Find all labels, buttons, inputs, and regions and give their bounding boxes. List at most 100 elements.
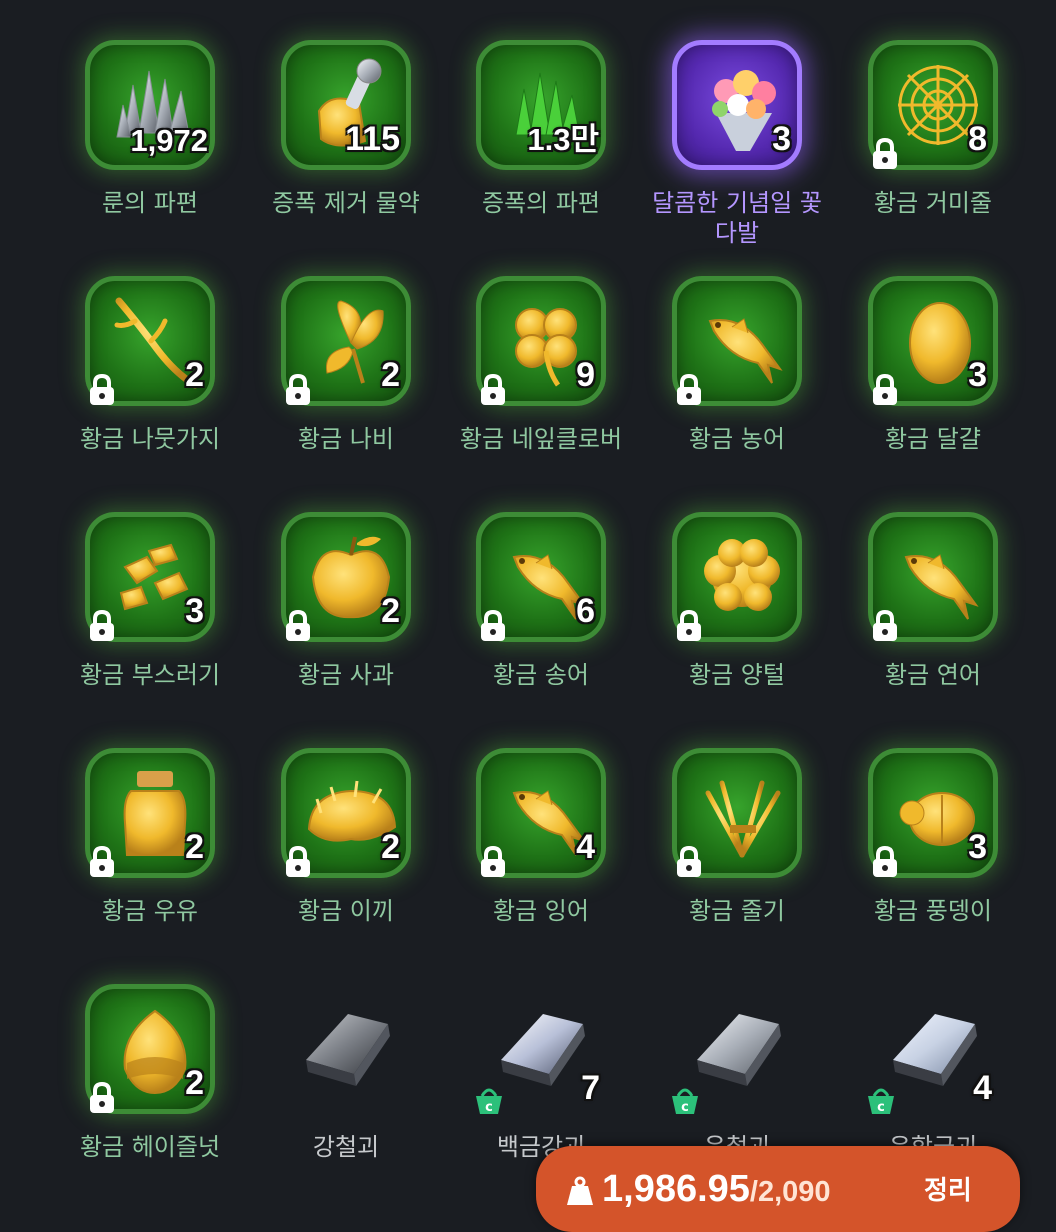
inventory-item[interactable]: 황금 양털 (639, 512, 835, 742)
item-count: 1,972 (130, 123, 208, 158)
meteor-iron-ingot-icon (697, 1014, 781, 1086)
weight-max: /2,090 (749, 1176, 831, 1208)
inventory-item[interactable]: 1.3만증폭의 파편 (443, 40, 639, 270)
lock-icon (481, 845, 505, 877)
item-count: 4 (973, 1069, 992, 1107)
item-count: 4 (576, 828, 595, 866)
platinum-ingot-icon (501, 1014, 585, 1086)
inventory-item[interactable]: 3 황금 부스러기 (52, 512, 248, 742)
inventory-item[interactable]: 2 황금 나비 (248, 276, 444, 506)
inventory-item[interactable]: 황금 줄기 (639, 748, 835, 978)
inventory-grid: 1,972 룬의 파편 115 증폭 제거 물약 1.3만증폭의 파편 3 달콤한 기… (0, 0, 1056, 1205)
weight-icon (567, 1176, 593, 1205)
lock-icon (873, 845, 897, 877)
item-tile[interactable]: 115 (281, 40, 411, 170)
item-tile[interactable]: 2 (85, 276, 215, 406)
item-tile[interactable] (672, 512, 802, 642)
item-tile[interactable]: 6 (476, 512, 606, 642)
item-tile[interactable]: 2 (85, 984, 215, 1114)
inventory-item[interactable]: 6 황금 송어 (443, 512, 639, 742)
item-tile[interactable]: 3 (868, 276, 998, 406)
inventory-item[interactable]: 2 황금 나뭇가지 (52, 276, 248, 506)
item-tile[interactable]: 3 (85, 512, 215, 642)
lock-icon (90, 609, 114, 641)
item-name: 황금 부스러기 (79, 661, 221, 689)
lock-icon (481, 373, 505, 405)
inventory-item[interactable]: 3 달콤한 기념일 꽃다발 (639, 40, 835, 270)
item-count: 2 (381, 828, 400, 866)
lock-icon (90, 1081, 114, 1113)
item-tile[interactable] (868, 512, 998, 642)
item-tile[interactable]: 2 (281, 276, 411, 406)
item-tile[interactable] (672, 276, 802, 406)
item-name: 황금 거미줄 (873, 189, 993, 217)
item-name: 황금 헤이즐넛 (79, 1133, 221, 1161)
lock-icon (873, 137, 897, 169)
silver-alloy-ingot-icon (893, 1014, 977, 1086)
svg-text:c: c (877, 1100, 885, 1115)
item-tile[interactable]: c (672, 984, 802, 1115)
bass-fish-icon (708, 318, 783, 384)
item-name: 황금 풍뎅이 (873, 897, 993, 925)
item-count: 8 (968, 120, 987, 158)
inventory-item[interactable]: 9 황금 네잎클로버 (443, 276, 639, 506)
item-name: 황금 네잎클로버 (459, 425, 623, 453)
item-tile[interactable]: 4c (868, 984, 998, 1115)
item-tile[interactable] (672, 748, 802, 878)
item-count: 6 (576, 592, 595, 630)
lock-icon (873, 373, 897, 405)
item-name: 황금 잉어 (493, 897, 589, 925)
item-count: 9 (576, 356, 595, 394)
item-name: 황금 농어 (689, 425, 785, 453)
item-count: 3 (185, 592, 204, 630)
item-name: 달콤한 기념일 꽃다발 (652, 189, 822, 247)
item-name: 황금 이끼 (298, 897, 394, 925)
lock-icon (677, 373, 701, 405)
lock-icon (90, 845, 114, 877)
item-tile[interactable]: 3 (868, 748, 998, 878)
item-count: 2 (185, 828, 204, 866)
item-tile[interactable]: 7c (476, 984, 606, 1115)
item-name: 증폭의 파편 (481, 189, 601, 217)
salmon-icon (904, 554, 979, 620)
item-tile[interactable]: 9 (476, 276, 606, 406)
item-name: 황금 양털 (689, 661, 785, 689)
item-name: 황금 송어 (493, 661, 589, 689)
item-count: 1.3만 (527, 122, 599, 157)
inventory-item[interactable]: 강철괴 (248, 984, 444, 1214)
item-name: 황금 사과 (298, 661, 394, 689)
inventory-item[interactable]: 2 황금 사과 (248, 512, 444, 742)
item-tile[interactable]: 2 (281, 748, 411, 878)
item-tile[interactable]: 8 (868, 40, 998, 170)
basket-icon: c (672, 1088, 698, 1115)
lock-icon (677, 845, 701, 877)
item-tile[interactable]: 2 (85, 748, 215, 878)
item-name: 황금 우유 (102, 897, 198, 925)
inventory-item[interactable]: 4 황금 잉어 (443, 748, 639, 978)
item-name: 황금 나뭇가지 (79, 425, 221, 453)
item-tile[interactable] (281, 984, 411, 1114)
inventory-item[interactable]: 3 황금 달걀 (835, 276, 1031, 506)
item-count: 7 (581, 1069, 600, 1107)
inventory-item[interactable]: 3 황금 풍뎅이 (835, 748, 1031, 978)
inventory-item[interactable]: 2 황금 우유 (52, 748, 248, 978)
item-tile[interactable]: 2 (281, 512, 411, 642)
svg-text:c: c (681, 1100, 689, 1115)
inventory-item[interactable]: 115 증폭 제거 물약 (248, 40, 444, 270)
item-tile[interactable]: 1.3만 (476, 40, 606, 170)
inventory-item[interactable]: 2 황금 헤이즐넛 (52, 984, 248, 1214)
item-count: 2 (185, 1064, 204, 1102)
inventory-item[interactable]: 1,972 룬의 파편 (52, 40, 248, 270)
inventory-item[interactable]: 2 황금 이끼 (248, 748, 444, 978)
item-tile[interactable]: 3 (672, 40, 802, 170)
inventory-item[interactable]: 황금 농어 (639, 276, 835, 506)
inventory-item[interactable]: 8 황금 거미줄 (835, 40, 1031, 270)
inventory-item[interactable]: 황금 연어 (835, 512, 1031, 742)
item-tile[interactable]: 1,972 (85, 40, 215, 170)
sort-button[interactable]: 정리 (924, 1170, 972, 1207)
basket-icon: c (868, 1088, 894, 1115)
lock-icon (481, 609, 505, 641)
item-count: 2 (381, 356, 400, 394)
item-count: 2 (381, 592, 400, 630)
item-tile[interactable]: 4 (476, 748, 606, 878)
